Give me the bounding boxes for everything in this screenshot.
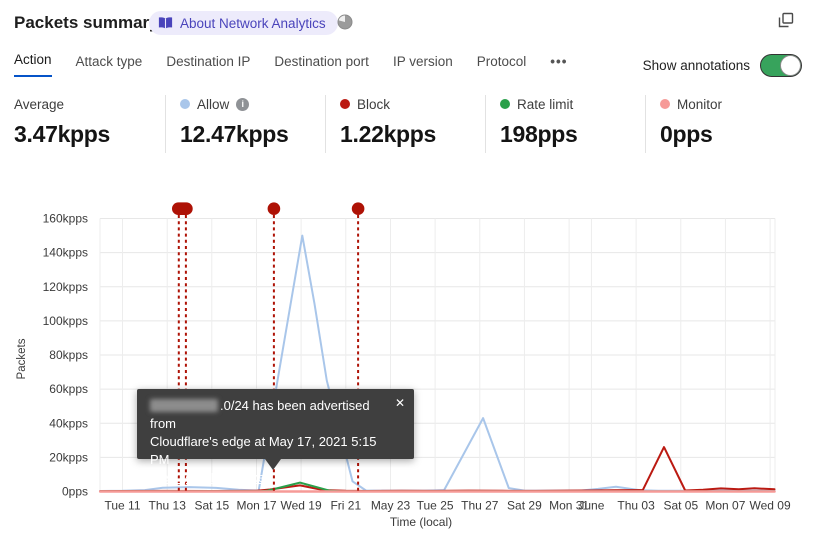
x-tick-label: Thu 13 <box>149 499 187 513</box>
show-annotations-toggle[interactable] <box>760 54 802 77</box>
x-tick-label: Thu 27 <box>461 499 499 513</box>
stat-label: Monitor <box>677 96 723 112</box>
annotation-marker-dot[interactable] <box>351 202 365 215</box>
tab-attack-type[interactable]: Attack type <box>76 54 143 77</box>
stat-rate-limit: Rate limit 198pps <box>500 95 650 148</box>
redacted-ip-prefix <box>150 399 218 412</box>
stat-label: Rate limit <box>517 96 574 112</box>
stat-value: 12.47kpps <box>180 121 289 147</box>
y-tick-label: 160kpps <box>43 212 88 226</box>
legend-dot <box>180 99 190 109</box>
x-axis-title: Time (local) <box>390 515 452 529</box>
stat-value: 0pps <box>660 121 713 147</box>
legend-dot <box>340 99 350 109</box>
y-axis-title: Packets <box>16 338 28 379</box>
x-tick-label: Sat 15 <box>194 499 229 513</box>
stat-value: 3.47kpps <box>14 121 111 147</box>
x-tick-label: Mon 17 <box>236 499 276 513</box>
packets-summary-card: Packets summary About Network Analytics … <box>0 0 816 545</box>
tab-destination-port[interactable]: Destination port <box>274 54 369 77</box>
y-tick-label: 40kpps <box>49 416 88 430</box>
annotation-marker-dot[interactable] <box>267 202 281 215</box>
stat-block: Block 1.22kpps <box>340 95 490 148</box>
card-header: Packets summary About Network Analytics <box>0 0 816 44</box>
y-tick-label: 80kpps <box>49 348 88 362</box>
tab-more-menu[interactable]: ••• <box>550 54 567 77</box>
about-network-analytics-badge[interactable]: About Network Analytics <box>149 11 338 35</box>
x-tick-label: May 23 <box>371 499 411 513</box>
stat-divider <box>645 95 646 153</box>
tooltip-line1: .0/24 has been advertised from <box>150 398 370 431</box>
annotation-tooltip: ✕ .0/24 has been advertised from Cloudfl… <box>137 389 414 485</box>
x-tick-label: Tue 11 <box>104 499 140 513</box>
packets-time-series-chart[interactable]: 0pps 20kpps 40kpps 60kpps 80kpps 100kpps 120kp… <box>0 196 816 545</box>
stat-divider <box>325 95 326 153</box>
show-annotations-control: Show annotations <box>643 54 802 77</box>
stat-allow: Allow i 12.47kpps <box>180 95 330 148</box>
tab-destination-ip[interactable]: Destination IP <box>166 54 250 77</box>
x-tick-label: Tue 25 <box>417 499 454 513</box>
show-annotations-label: Show annotations <box>642 58 750 73</box>
tab-ip-version[interactable]: IP version <box>393 54 453 77</box>
y-tick-label: 0pps <box>62 485 88 499</box>
stat-label: Block <box>357 96 391 112</box>
stat-average: Average 3.47kpps <box>14 95 164 148</box>
stat-label: Average <box>14 96 65 112</box>
toggle-knob <box>780 55 801 76</box>
stat-divider <box>165 95 166 153</box>
stat-label: Allow <box>197 96 230 112</box>
x-tick-label: Wed 09 <box>750 499 791 513</box>
x-tick-label: Mon 07 <box>705 499 745 513</box>
page-title: Packets summary <box>14 13 159 32</box>
legend-dot <box>500 99 510 109</box>
info-icon[interactable]: i <box>236 97 250 111</box>
tooltip-caret <box>265 459 281 470</box>
tab-row: Action Attack type Destination IP Destinati… <box>14 52 802 82</box>
stat-value: 198pps <box>500 121 578 147</box>
pop-out-window-icon[interactable] <box>778 12 794 28</box>
y-tick-label: 60kpps <box>49 382 88 396</box>
x-tick-label: Sat 29 <box>507 499 542 513</box>
y-tick-label: 20kpps <box>49 450 88 464</box>
tooltip-close-icon[interactable]: ✕ <box>395 394 405 412</box>
legend-dot <box>660 99 670 109</box>
tab-action[interactable]: Action <box>14 52 52 77</box>
stat-monitor: Monitor 0pps <box>660 95 810 148</box>
x-tick-label: Thu 03 <box>617 499 655 513</box>
badge-label: About Network Analytics <box>180 15 326 31</box>
y-tick-label: 140kpps <box>43 246 88 260</box>
book-icon <box>158 16 173 30</box>
pie-icon[interactable] <box>337 14 353 30</box>
view-ip-prefixes-link[interactable]: View your IP prefixes <box>150 470 272 485</box>
x-tick-label: June <box>578 499 604 513</box>
x-tick-label: Sat 05 <box>663 499 698 513</box>
tab-protocol[interactable]: Protocol <box>477 54 527 77</box>
chart-area: 0pps 20kpps 40kpps 60kpps 80kpps 100kpps 120kp… <box>0 196 816 545</box>
y-tick-label: 100kpps <box>43 314 88 328</box>
annotation-marker-pill[interactable] <box>172 202 193 215</box>
stat-divider <box>485 95 486 153</box>
stats-row: Average 3.47kpps Allow i 12.47kpps Block 1.22k… <box>0 95 816 165</box>
y-tick-label: 120kpps <box>43 280 88 294</box>
x-tick-label: Fri 21 <box>330 499 361 513</box>
x-tick-label: Wed 19 <box>281 499 322 513</box>
stat-value: 1.22kpps <box>340 121 437 147</box>
